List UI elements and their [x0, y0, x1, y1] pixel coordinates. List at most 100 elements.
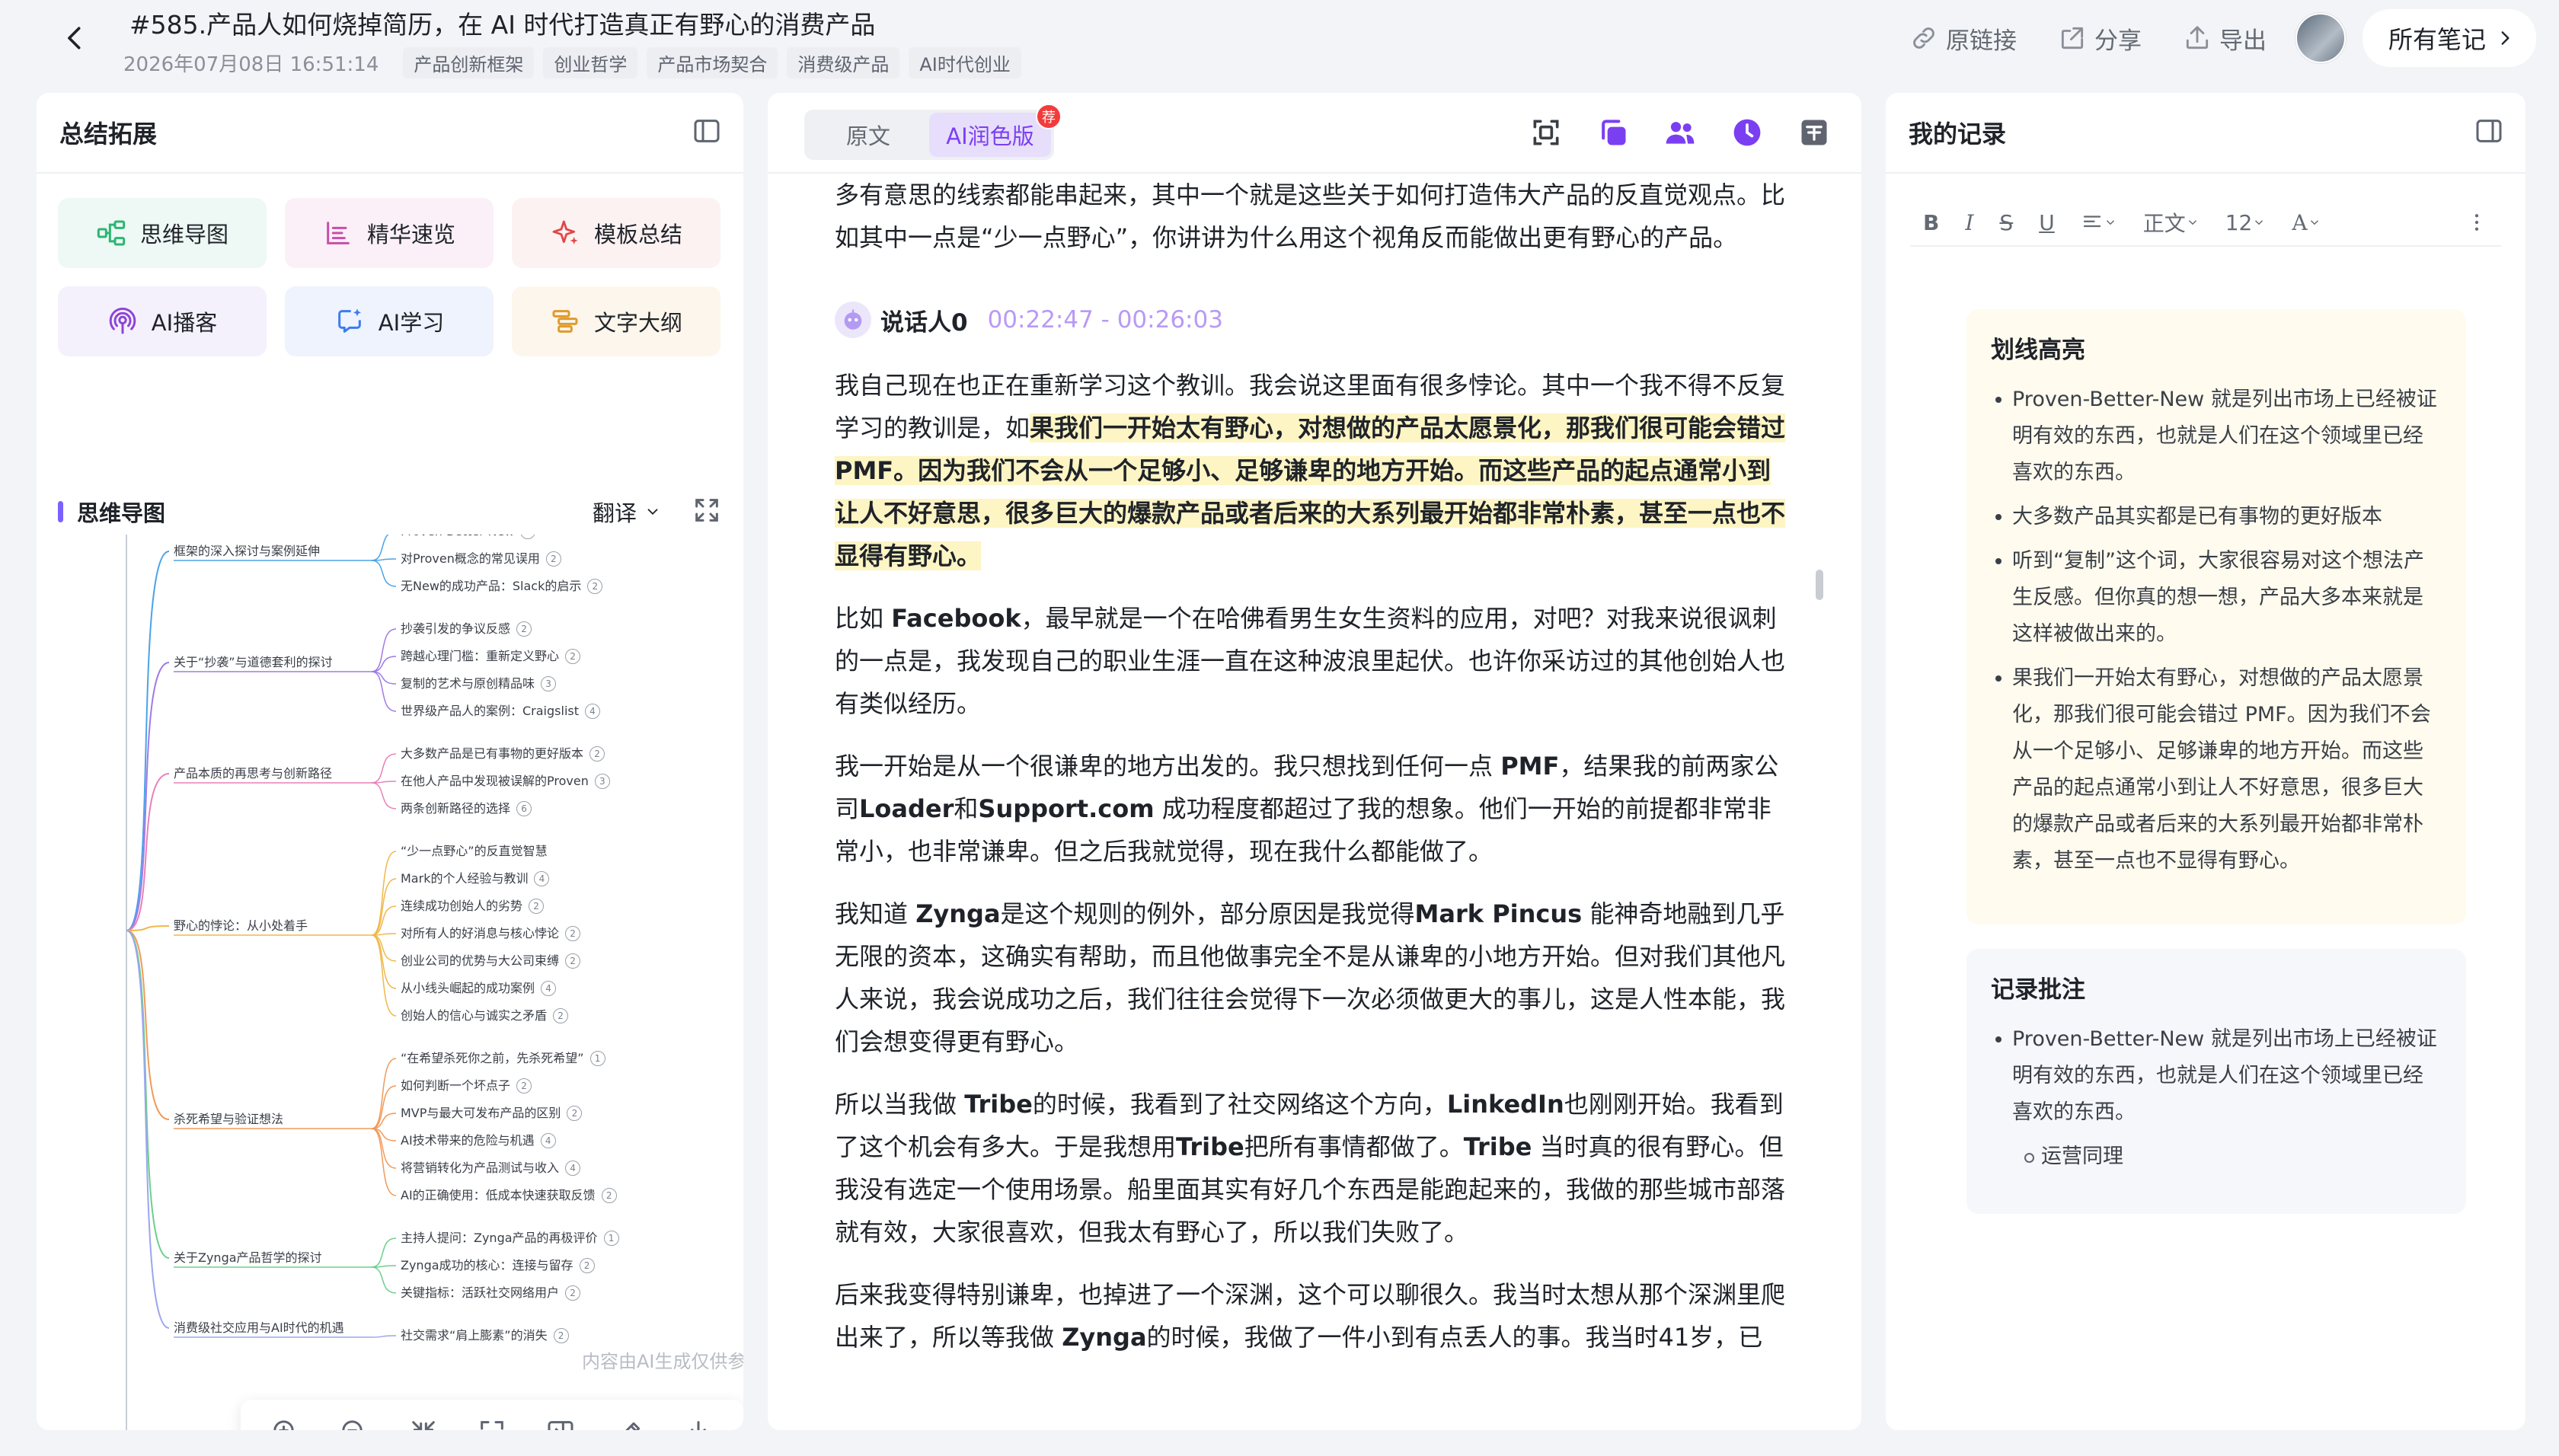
- mindmap-leaf-node[interactable]: 关键指标：活跃社交网络用户: [401, 1285, 559, 1301]
- highlights-tool-button[interactable]: 精华速览: [285, 198, 494, 268]
- mindmap-leaf-node[interactable]: 主持人提问：Zynga产品的再极评价: [401, 1231, 598, 1246]
- mindmap-leaf-node[interactable]: 创始人的信心与诚实之矛盾: [401, 1008, 547, 1023]
- tag[interactable]: 产品市场契合: [647, 47, 778, 78]
- speaker-row[interactable]: 说话人0 00:22:47 - 00:26:03: [835, 297, 1791, 343]
- mindmap-leaf-node[interactable]: “少一点野心”的反直觉智慧: [401, 844, 548, 859]
- mindmap-connector: [126, 930, 170, 1259]
- more-options-button[interactable]: [2452, 203, 2501, 241]
- mindmap-branch-node[interactable]: 框架的深入探讨与案例延伸: [174, 544, 320, 559]
- clock-icon: [1733, 119, 1761, 146]
- download-mindmap-button[interactable]: [683, 1417, 714, 1430]
- timestamp-button[interactable]: [1730, 116, 1764, 152]
- mindmap-leaf-node[interactable]: 两条创新路径的选择: [401, 801, 510, 816]
- highlight-item[interactable]: 果我们一开始太有野心，对想做的产品太愿景化，那我们很可能会错过 PMF。因为我们…: [1991, 660, 2443, 880]
- mindmap-leaf-node[interactable]: Mark的个人经验与教训: [401, 871, 528, 886]
- collapse-all-button[interactable]: [408, 1417, 439, 1430]
- font-size-dropdown[interactable]: 12: [2212, 203, 2279, 241]
- tag[interactable]: 产品创新框架: [403, 47, 535, 78]
- transcript-paragraph: 比如 Facebook，最早就是一个在哈佛看男生女生资料的应用，对吧？对我来说很…: [835, 597, 1791, 725]
- italic-button[interactable]: I: [1952, 203, 1986, 241]
- avatar[interactable]: [2295, 13, 2346, 63]
- highlight-item[interactable]: 听到“复制”这个词，大家很容易对这个想法产生反感。但你真的想一想，产品大多本来就…: [1991, 543, 2443, 653]
- list-icon: [327, 222, 350, 244]
- mindmap-branch-node[interactable]: 野心的悖论：从小处着手: [174, 918, 308, 934]
- mindmap-canvas[interactable]: 内容由AI生成仅供参考 框架的深入探讨与案例延伸 Proven-Better-Ne…: [37, 535, 743, 1430]
- translate-dropdown[interactable]: 翻译: [593, 496, 661, 528]
- mindmap-leaf-node[interactable]: MVP与最大可发布产品的区别: [401, 1106, 561, 1121]
- tag[interactable]: 消费级产品: [787, 47, 900, 78]
- align-dropdown[interactable]: [2068, 203, 2130, 241]
- highlight-item[interactable]: 大多数产品其实都是已有事物的更好版本: [1991, 499, 2443, 535]
- tab-original[interactable]: 原文: [807, 113, 929, 157]
- tab-ai-polished[interactable]: AI润色版 荐: [929, 104, 1062, 157]
- mindmap-leaf-node[interactable]: 社交需求“肩上膨素”的消失: [401, 1328, 548, 1343]
- fullscreen-button[interactable]: [692, 495, 722, 528]
- zoom-in-button[interactable]: [270, 1417, 301, 1430]
- mindmap-leaf-node[interactable]: “在希望杀死你之前，先杀死希望”: [401, 1051, 584, 1066]
- layout-toggle-button[interactable]: [545, 1417, 576, 1430]
- mindmap-leaf-node[interactable]: 将营销转化为产品测试与收入: [401, 1161, 559, 1176]
- outline-tool-button[interactable]: 文字大纲: [512, 286, 720, 356]
- paragraph-style-dropdown[interactable]: 正文: [2130, 203, 2212, 241]
- bold-button[interactable]: B: [1910, 203, 1952, 241]
- mindmap-leaf-node[interactable]: Proven-Better-New: [401, 535, 514, 539]
- mindmap-branch-node[interactable]: 关于Zynga产品哲学的探讨: [174, 1250, 322, 1266]
- collapse-panel-button[interactable]: [692, 116, 722, 149]
- mindmap-leaf-node[interactable]: 复制的艺术与原创精品味: [401, 676, 535, 691]
- mindmap-leaf-node[interactable]: 无New的成功产品：Slack的启示: [401, 579, 581, 594]
- ai-learn-button[interactable]: AI学习: [285, 286, 494, 356]
- mindmap-leaf-node[interactable]: 在他人产品中发现被误解的Proven: [401, 774, 589, 789]
- mindmap-leaf-node[interactable]: 抄袭引发的争议反感: [401, 621, 510, 637]
- text-run: 我一开始是从一个很谦卑的地方出发的。我只想找到任何一点: [835, 752, 1501, 781]
- mindmap-branch-node[interactable]: 关于“抄袭”与道德套利的探讨: [174, 655, 333, 670]
- mindmap-leaf-node[interactable]: AI的正确使用：低成本快速获取反馈: [401, 1188, 596, 1203]
- highlight-item[interactable]: Proven-Better-New 就是列出市场上已经被证明有效的东西，也就是人…: [1991, 382, 2443, 491]
- collapse-icon: [411, 1421, 435, 1430]
- mindmap-leaf-node[interactable]: 对所有人的好消息与核心悖论: [401, 926, 559, 941]
- scan-button[interactable]: [1529, 116, 1563, 152]
- strikethrough-button[interactable]: S: [1986, 203, 2026, 241]
- mindmap-leaf-node[interactable]: 创业公司的优势与大公司束缚: [401, 953, 559, 969]
- mindmap-leaf-node[interactable]: 大多数产品是已有事物的更好版本: [401, 746, 583, 762]
- mindmap-leaf-node[interactable]: 如何判断一个坏点子: [401, 1078, 510, 1094]
- share-button[interactable]: 分享: [2046, 21, 2154, 56]
- all-notes-button[interactable]: 所有笔记: [2362, 9, 2536, 67]
- mindmap-connector: [371, 1128, 397, 1196]
- copy-icon: [1602, 120, 1626, 145]
- mindmap-leaf-node[interactable]: 连续成功创始人的劣势: [401, 899, 522, 914]
- mindmap-leaf-node[interactable]: AI技术带来的危险与机遇: [401, 1133, 535, 1148]
- mindmap-leaf-node[interactable]: 对Proven概念的常见误用: [401, 551, 540, 567]
- mindmap-leaf-node[interactable]: 从小线头崛起的成功案例: [401, 981, 535, 996]
- edit-mindmap-button[interactable]: [615, 1417, 645, 1430]
- speakers-button[interactable]: [1663, 116, 1697, 152]
- annotation-sub-item[interactable]: 运营同理: [1991, 1138, 2443, 1175]
- mindmap-branch-node[interactable]: 杀死希望与验证想法: [174, 1112, 283, 1127]
- mindmap-leaf-node[interactable]: 世界级产品人的案例：Craigslist: [401, 704, 579, 719]
- mindmap-branch-node[interactable]: 消费级社交应用与AI时代的机遇: [174, 1320, 344, 1336]
- mindmap-branch-node[interactable]: 产品本质的再思考与创新路径: [174, 766, 332, 781]
- text-color-dropdown[interactable]: A: [2279, 203, 2334, 241]
- translate-text-button[interactable]: [1797, 116, 1831, 152]
- speaker-timestamp[interactable]: 00:22:47 - 00:26:03: [988, 306, 1223, 334]
- mindmap-tool-button[interactable]: 思维导图: [58, 198, 267, 268]
- export-button[interactable]: 导出: [2171, 21, 2279, 56]
- tag[interactable]: AI时代创业: [909, 47, 1021, 78]
- font-size-label: 12: [2225, 209, 2253, 235]
- ai-podcast-button[interactable]: AI播客: [58, 286, 267, 356]
- tag[interactable]: 创业哲学: [543, 47, 638, 78]
- share-icon: [2061, 27, 2084, 49]
- copy-button[interactable]: [1596, 116, 1630, 152]
- scrollbar-thumb[interactable]: [1816, 570, 1823, 600]
- fit-view-button[interactable]: [477, 1417, 507, 1430]
- mindmap-leaf-node[interactable]: 跨越心理门槛：重新定义野心: [401, 649, 559, 664]
- template-summary-button[interactable]: 模板总结: [512, 198, 720, 268]
- back-button[interactable]: [58, 17, 91, 59]
- underline-button[interactable]: U: [2026, 203, 2068, 241]
- zoom-out-icon: [342, 1420, 363, 1430]
- zoom-out-button[interactable]: [339, 1417, 369, 1430]
- source-link-button[interactable]: 原链接: [1897, 21, 2029, 56]
- ai-podcast-label: AI播客: [151, 310, 218, 336]
- annotation-item[interactable]: Proven-Better-New 就是列出市场上已经被证明有效的东西，也就是人…: [1991, 1021, 2443, 1131]
- collapse-notes-button[interactable]: [2474, 116, 2504, 149]
- mindmap-leaf-node[interactable]: Zynga成功的核心：连接与留存: [401, 1258, 573, 1273]
